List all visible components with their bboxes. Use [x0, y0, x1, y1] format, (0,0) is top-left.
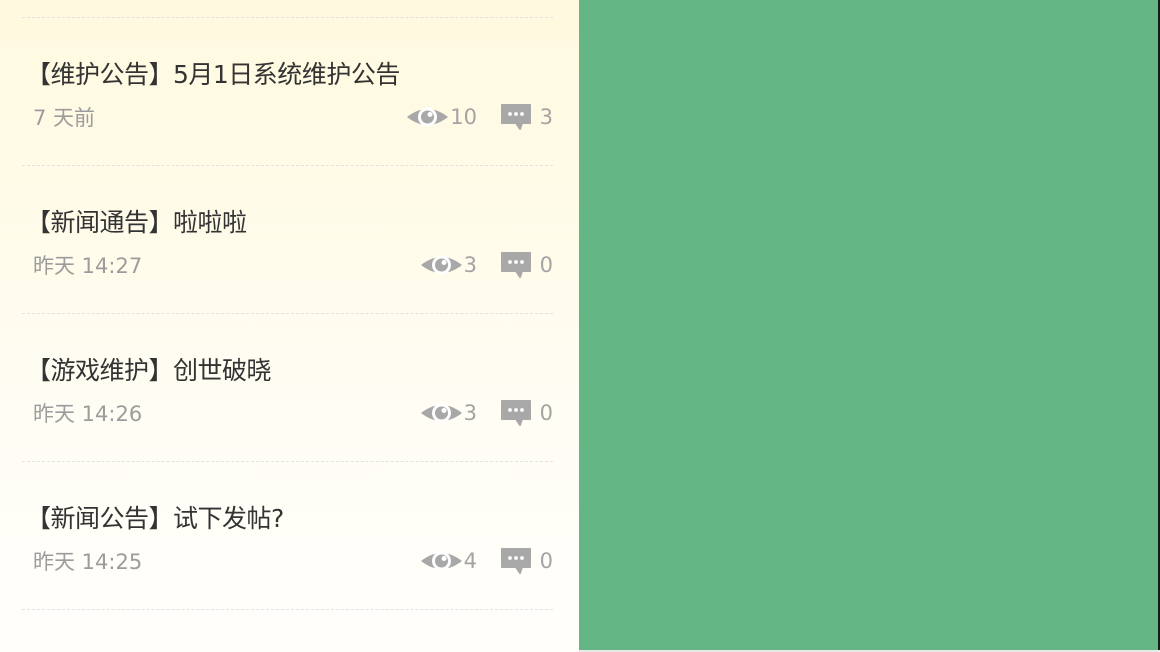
view-count: 10 [406, 102, 477, 132]
post-item[interactable]: 【游戏维护】创世破晓 昨天 14:26 3 0 [22, 314, 553, 461]
view-count-value: 4 [463, 549, 477, 573]
view-count: 3 [420, 250, 477, 280]
post-meta: 昨天 14:25 4 0 [22, 546, 553, 576]
post-time: 昨天 14:26 [33, 402, 143, 426]
post-title[interactable]: 【游戏维护】创世破晓 [26, 351, 272, 387]
comment-icon [500, 104, 531, 130]
post-meta: 7 天前 10 3 [22, 102, 553, 132]
post-list: 【维护公告】5月1日系统维护公告 7 天前 10 3 【新闻通告】啦啦啦 昨天 … [22, 0, 553, 610]
comment-count-value: 0 [539, 401, 553, 425]
green-content-panel [579, 0, 1158, 650]
post-title[interactable]: 【新闻公告】试下发帖? [26, 499, 284, 535]
comment-count: 3 [499, 102, 553, 132]
comment-count-value: 0 [539, 253, 553, 277]
comment-icon [500, 252, 531, 278]
eye-icon [420, 403, 462, 423]
post-meta: 昨天 14:26 3 0 [22, 398, 553, 428]
comment-count-value: 0 [539, 549, 553, 573]
comment-count: 0 [499, 250, 553, 280]
comment-icon [500, 400, 531, 426]
post-title[interactable]: 【维护公告】5月1日系统维护公告 [26, 55, 400, 91]
post-time: 昨天 14:27 [33, 254, 143, 278]
post-time: 昨天 14:25 [33, 550, 143, 574]
comment-count: 0 [499, 398, 553, 428]
post-item[interactable]: 【维护公告】5月1日系统维护公告 7 天前 10 3 [22, 18, 553, 165]
comment-icon [500, 548, 531, 574]
post-meta: 昨天 14:27 3 0 [22, 250, 553, 280]
post-list-panel: 【维护公告】5月1日系统维护公告 7 天前 10 3 【新闻通告】啦啦啦 昨天 … [0, 0, 579, 652]
eye-icon [407, 107, 449, 127]
comment-count-value: 3 [539, 105, 553, 129]
view-count-value: 10 [450, 105, 477, 129]
post-divider [22, 609, 553, 610]
post-title[interactable]: 【新闻通告】啦啦啦 [26, 203, 247, 239]
view-count: 3 [420, 398, 477, 428]
view-count-value: 3 [463, 253, 477, 277]
eye-icon [420, 255, 462, 275]
comment-count: 0 [499, 546, 553, 576]
view-count-value: 3 [463, 401, 477, 425]
view-count: 4 [420, 546, 477, 576]
eye-icon [420, 551, 462, 571]
post-item[interactable]: 【新闻公告】试下发帖? 昨天 14:25 4 0 [22, 462, 553, 609]
post-time: 7 天前 [33, 106, 96, 130]
post-item[interactable]: 【新闻通告】啦啦啦 昨天 14:27 3 0 [22, 166, 553, 313]
